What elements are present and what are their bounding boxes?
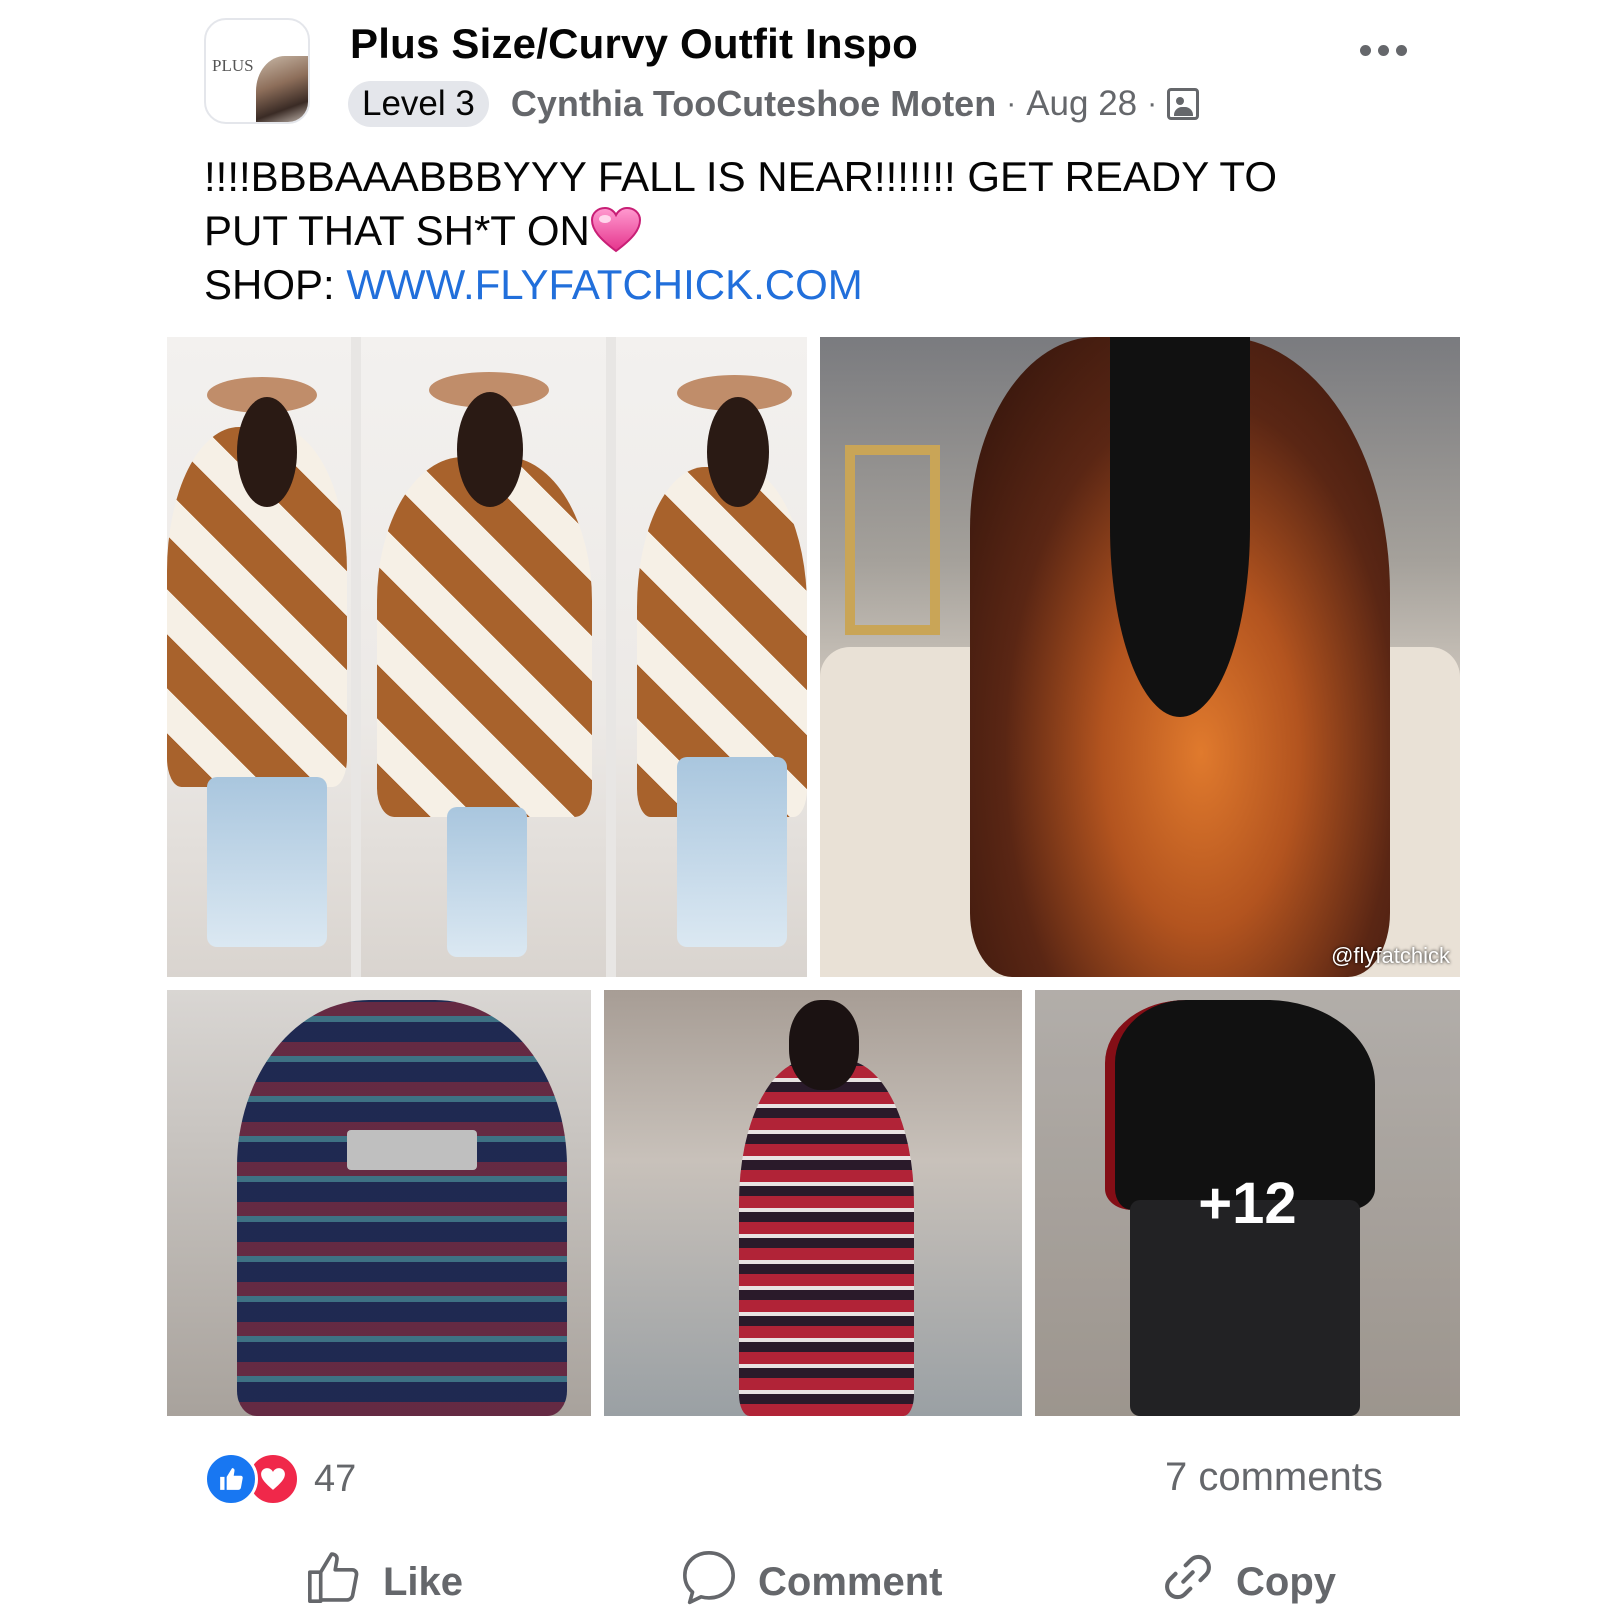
jeans-figure: [447, 807, 527, 957]
post-text-line: PUT THAT SH*T ON: [204, 207, 590, 254]
head-figure: [237, 397, 297, 507]
author-name[interactable]: Cynthia TooCuteshoe Moten: [511, 83, 996, 125]
link-icon: [1160, 1549, 1216, 1615]
copy-label: Copy: [1236, 1559, 1336, 1604]
meta-separator: ·: [1147, 87, 1158, 120]
post-meta: Level 3 Cynthia TooCuteshoe Moten · Aug …: [348, 81, 1200, 127]
post-text: !!!!BBBAAABBBYYY FALL IS NEAR!!!!!!! GET…: [204, 150, 1404, 312]
shelf: [845, 445, 940, 635]
photo-red-plaid-dress[interactable]: [604, 990, 1022, 1416]
group-name[interactable]: Plus Size/Curvy Outfit Inspo: [350, 20, 918, 68]
group-members-icon: [1167, 88, 1200, 120]
head-figure: [457, 392, 523, 507]
pink-heart-emoji-icon: [590, 206, 642, 253]
jeans-figure: [677, 757, 787, 947]
photo-houndstooth-coat[interactable]: [167, 337, 807, 977]
shop-link[interactable]: WWW.FLYFATCHICK.COM: [346, 261, 862, 308]
reaction-count: 47: [314, 1457, 357, 1500]
group-avatar[interactable]: PLUS: [204, 18, 310, 124]
level-badge[interactable]: Level 3: [348, 81, 489, 127]
head-figure: [789, 1000, 859, 1090]
post-text-line: !!!!BBBAAABBBYYY FALL IS NEAR!!!!!!! GET…: [204, 153, 1277, 200]
post-text-line-2: PUT THAT SH*T ON: [204, 204, 1404, 258]
plaid-dress-figure: [237, 1000, 567, 1416]
photo-tiger-dress[interactable]: @flyfatchick: [820, 337, 1460, 977]
meta-separator: ·: [1006, 87, 1017, 120]
jeans-figure: [207, 777, 327, 947]
avatar-logo-text: PLUS: [212, 56, 254, 75]
thumbs-up-icon: [305, 1548, 363, 1616]
photo-cardigan-more[interactable]: +12: [1035, 990, 1460, 1416]
shop-label: SHOP:: [204, 261, 347, 308]
photo-plaid-dress-belt[interactable]: [167, 990, 591, 1416]
hair-figure: [1110, 337, 1250, 717]
comment-count[interactable]: 7 comments: [1165, 1455, 1383, 1500]
belt-figure: [347, 1130, 477, 1170]
comment-button[interactable]: Comment: [680, 1547, 942, 1617]
red-plaid-dress-figure: [739, 1060, 914, 1416]
reactions-summary[interactable]: 47: [204, 1452, 356, 1506]
comment-bubble-icon: [680, 1548, 738, 1616]
head-figure: [707, 397, 769, 507]
like-button[interactable]: Like: [305, 1547, 463, 1617]
more-photos-count[interactable]: +12: [1035, 990, 1460, 1416]
like-label: Like: [383, 1559, 464, 1604]
more-options-icon[interactable]: [1360, 38, 1416, 62]
post-date[interactable]: Aug 28: [1026, 84, 1137, 124]
copy-link-button[interactable]: Copy: [1160, 1547, 1336, 1617]
shop-line: SHOP: WWW.FLYFATCHICK.COM: [204, 258, 1404, 312]
tiktok-watermark: @flyfatchick: [1331, 943, 1450, 968]
comment-label: Comment: [758, 1559, 943, 1604]
coat-figure: [377, 457, 592, 817]
avatar-photo: [256, 56, 308, 122]
like-reaction-icon: [204, 1452, 258, 1506]
